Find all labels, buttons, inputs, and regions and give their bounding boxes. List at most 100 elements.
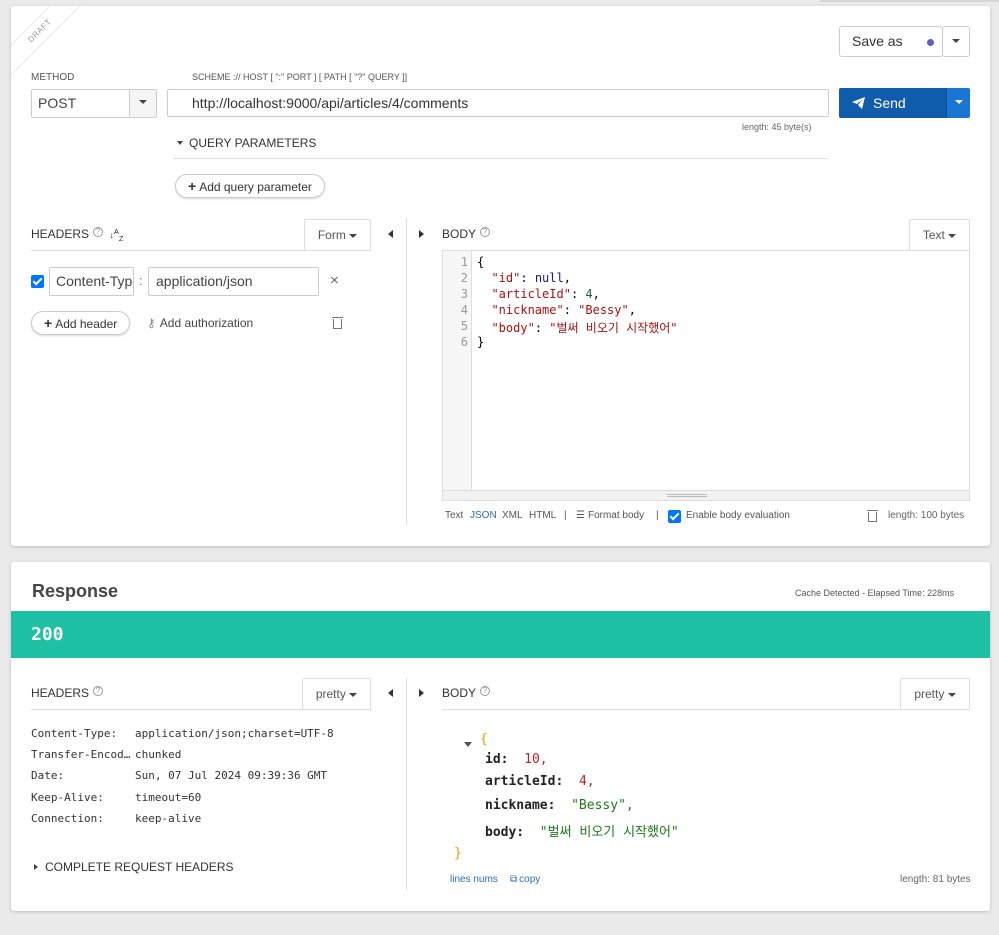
collapse-left-icon[interactable] bbox=[388, 230, 393, 238]
panel-splitter[interactable] bbox=[406, 218, 407, 525]
response-title: Response bbox=[32, 581, 119, 601]
headers-mode-dropdown[interactable]: Form bbox=[304, 219, 371, 250]
line-nums-toggle[interactable]: lines nums bbox=[450, 874, 498, 885]
response-header-value: Sun, 07 Jul 2024 09:39:36 GMT bbox=[135, 769, 328, 782]
json-value: 4 bbox=[585, 287, 593, 301]
method-label: METHOD bbox=[31, 72, 75, 83]
remove-header-icon[interactable]: × bbox=[330, 272, 339, 289]
json-key: "nickname" bbox=[491, 303, 564, 317]
code-line: "articleId": 4, bbox=[491, 287, 600, 301]
response-headers-title-text: HEADERS bbox=[31, 686, 90, 700]
body-editor[interactable]: 1 2 3 4 5 6 { "id": null, "articleId": 4… bbox=[442, 250, 970, 501]
json-field: body: "벌써 비오기 시작했어" bbox=[485, 821, 679, 840]
code-line: "body": "벌써 비오기 시작했어" bbox=[491, 321, 678, 335]
method-select[interactable]: POST bbox=[31, 89, 157, 118]
chevron-down-icon bbox=[139, 100, 147, 105]
response-body-length: length: 81 bytes bbox=[900, 874, 971, 885]
format-body-button[interactable]: ☰ Format body bbox=[576, 510, 644, 521]
response-header-name: Date: bbox=[31, 769, 65, 782]
method-dropdown-toggle[interactable] bbox=[129, 90, 156, 117]
copy-button[interactable]: ⧉ copy bbox=[510, 874, 540, 885]
editor-resize-handle[interactable] bbox=[443, 490, 969, 500]
collapse-json-toggle[interactable] bbox=[464, 736, 472, 751]
json-key: "id" bbox=[491, 271, 521, 285]
response-headers-divider bbox=[31, 709, 371, 710]
trash-icon[interactable] bbox=[867, 510, 878, 522]
response-headers-mode-dropdown[interactable]: pretty bbox=[302, 678, 371, 709]
chevron-down-icon bbox=[954, 99, 963, 104]
chevron-down-icon bbox=[947, 692, 956, 697]
json-value: "Bessy" bbox=[578, 303, 629, 317]
chevron-down-icon bbox=[349, 692, 358, 697]
add-header-label: Add header bbox=[55, 317, 118, 331]
body-mode-dropdown[interactable]: Text bbox=[909, 219, 970, 250]
method-value: POST bbox=[38, 95, 77, 111]
format-body-label: Format body bbox=[587, 510, 645, 521]
body-format-xml[interactable]: XML bbox=[502, 510, 523, 521]
trash-icon[interactable] bbox=[332, 317, 343, 329]
json-key: "body" bbox=[491, 321, 535, 335]
json-key: nickname: bbox=[485, 798, 556, 813]
json-key: articleId: bbox=[485, 774, 564, 789]
body-format-html[interactable]: HTML bbox=[529, 510, 556, 521]
help-icon[interactable]: ? bbox=[93, 686, 104, 696]
collapse-right-icon[interactable] bbox=[419, 230, 424, 238]
code-line: "nickname": "Bessy", bbox=[491, 303, 636, 317]
response-header-name: Connection: bbox=[31, 812, 104, 825]
key-icon: ⚷ bbox=[147, 316, 156, 330]
copy-icon: ⧉ bbox=[510, 874, 518, 885]
response-body-divider bbox=[442, 709, 970, 710]
help-icon[interactable]: ? bbox=[480, 227, 491, 237]
complete-request-headers-label: COMPLETE REQUEST HEADERS bbox=[45, 860, 234, 874]
line-number: 3 bbox=[460, 287, 468, 301]
header-enabled-checkbox[interactable] bbox=[31, 275, 44, 288]
header-value-input[interactable]: application/json bbox=[148, 267, 319, 296]
response-header-value: chunked bbox=[135, 748, 182, 761]
response-header-name: Content-Type: bbox=[31, 727, 118, 740]
add-header-button[interactable]: + Add header bbox=[31, 311, 131, 335]
help-icon[interactable]: ? bbox=[93, 227, 104, 237]
json-key: body: bbox=[485, 825, 525, 840]
headers-divider bbox=[31, 250, 371, 251]
response-headers-title: HEADERS? bbox=[31, 686, 104, 700]
sort-az-icon[interactable]: ↓AZ bbox=[109, 227, 123, 243]
enable-body-evaluation-checkbox[interactable] bbox=[668, 510, 681, 523]
save-as-dropdown-button[interactable] bbox=[942, 26, 970, 57]
json-close-brace: } bbox=[454, 846, 462, 861]
chevron-down-icon bbox=[349, 233, 358, 238]
url-input[interactable]: http://localhost:9000/api/articles/4/com… bbox=[167, 89, 829, 117]
send-dropdown-button[interactable] bbox=[946, 88, 970, 118]
query-parameters-toggle[interactable]: QUERY PARAMETERS bbox=[177, 136, 316, 150]
body-format-text[interactable]: Text bbox=[445, 510, 463, 521]
caret-down-icon bbox=[177, 141, 183, 145]
collapse-right-icon[interactable] bbox=[419, 689, 424, 697]
response-headers-mode-label: pretty bbox=[315, 687, 346, 701]
body-format-json[interactable]: JSON bbox=[470, 510, 497, 521]
response-body-mode-dropdown[interactable]: pretty bbox=[900, 678, 970, 709]
body-length: length: 100 bytes bbox=[888, 510, 965, 521]
top-scroll-strip bbox=[820, 0, 999, 2]
code-line: } bbox=[477, 335, 485, 349]
draft-ribbon: DRAFT bbox=[11, 6, 81, 76]
cache-info: Cache Detected - Elapsed Time: 228ms bbox=[795, 588, 955, 598]
add-query-parameter-label: Add query parameter bbox=[199, 180, 312, 194]
request-card: DRAFT Save as METHOD POST SCHEME :// HOS… bbox=[11, 6, 990, 546]
header-key-input[interactable]: Content-Type bbox=[49, 267, 134, 296]
url-length: length: 45 byte(s) bbox=[742, 122, 812, 132]
help-icon[interactable]: ? bbox=[480, 686, 491, 696]
line-number-gutter: 1 2 3 4 5 6 bbox=[443, 251, 472, 500]
status-bar: 200 bbox=[11, 611, 990, 658]
response-header-value: application/json;charset=UTF-8 bbox=[135, 727, 334, 740]
align-left-icon: ☰ bbox=[576, 510, 585, 521]
add-authorization-link[interactable]: ⚷ Add authorization bbox=[147, 316, 253, 330]
query-parameters-label: QUERY PARAMETERS bbox=[189, 136, 317, 150]
json-value: 4, bbox=[578, 774, 595, 789]
panel-splitter[interactable] bbox=[406, 678, 407, 890]
collapse-left-icon[interactable] bbox=[388, 689, 393, 697]
add-query-parameter-button[interactable]: + Add query parameter bbox=[175, 174, 325, 198]
complete-request-headers-toggle[interactable]: COMPLETE REQUEST HEADERS bbox=[34, 860, 233, 874]
send-button[interactable]: Send bbox=[839, 88, 946, 118]
save-as-button[interactable]: Save as bbox=[839, 26, 943, 57]
response-body-title: BODY? bbox=[442, 686, 491, 700]
json-key: "articleId" bbox=[491, 287, 571, 301]
